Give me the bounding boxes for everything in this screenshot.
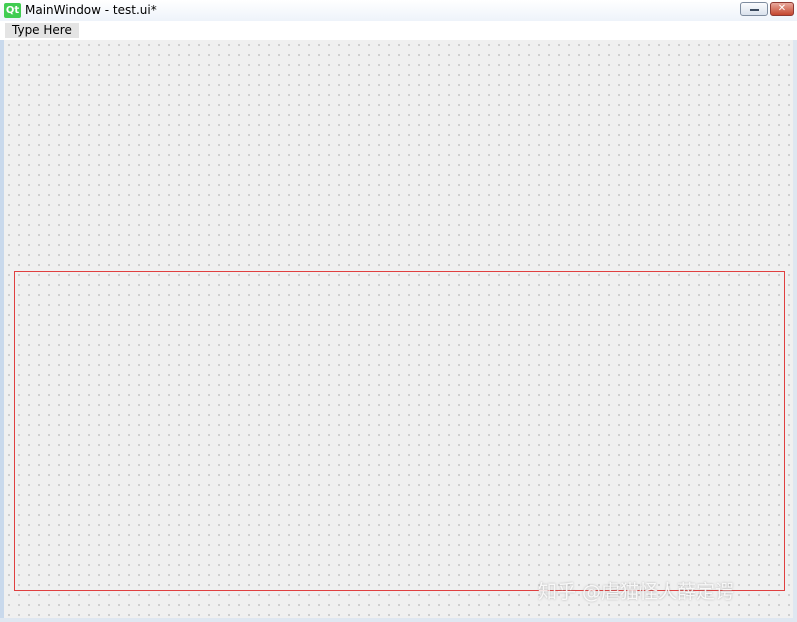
selected-layout-frame[interactable] (14, 271, 785, 591)
minimize-icon (750, 9, 759, 11)
menu-bar: Type Here (0, 21, 797, 40)
qt-logo-icon: Qt (4, 3, 21, 18)
title-bar[interactable]: Qt MainWindow - test.ui* ✕ (0, 0, 797, 22)
close-button[interactable]: ✕ (770, 2, 794, 16)
window-title: MainWindow - test.ui* (25, 3, 157, 17)
menu-item-type-here[interactable]: Type Here (5, 23, 79, 38)
watermark-text: 知乎 @虐猫怪人薛定谔 (538, 581, 735, 603)
main-window: Qt MainWindow - test.ui* ✕ Type Here 知乎 … (0, 0, 797, 622)
window-bottom-border (0, 618, 797, 622)
close-icon: ✕ (777, 3, 787, 14)
window-right-border (793, 40, 797, 622)
minimize-button[interactable] (740, 2, 768, 16)
